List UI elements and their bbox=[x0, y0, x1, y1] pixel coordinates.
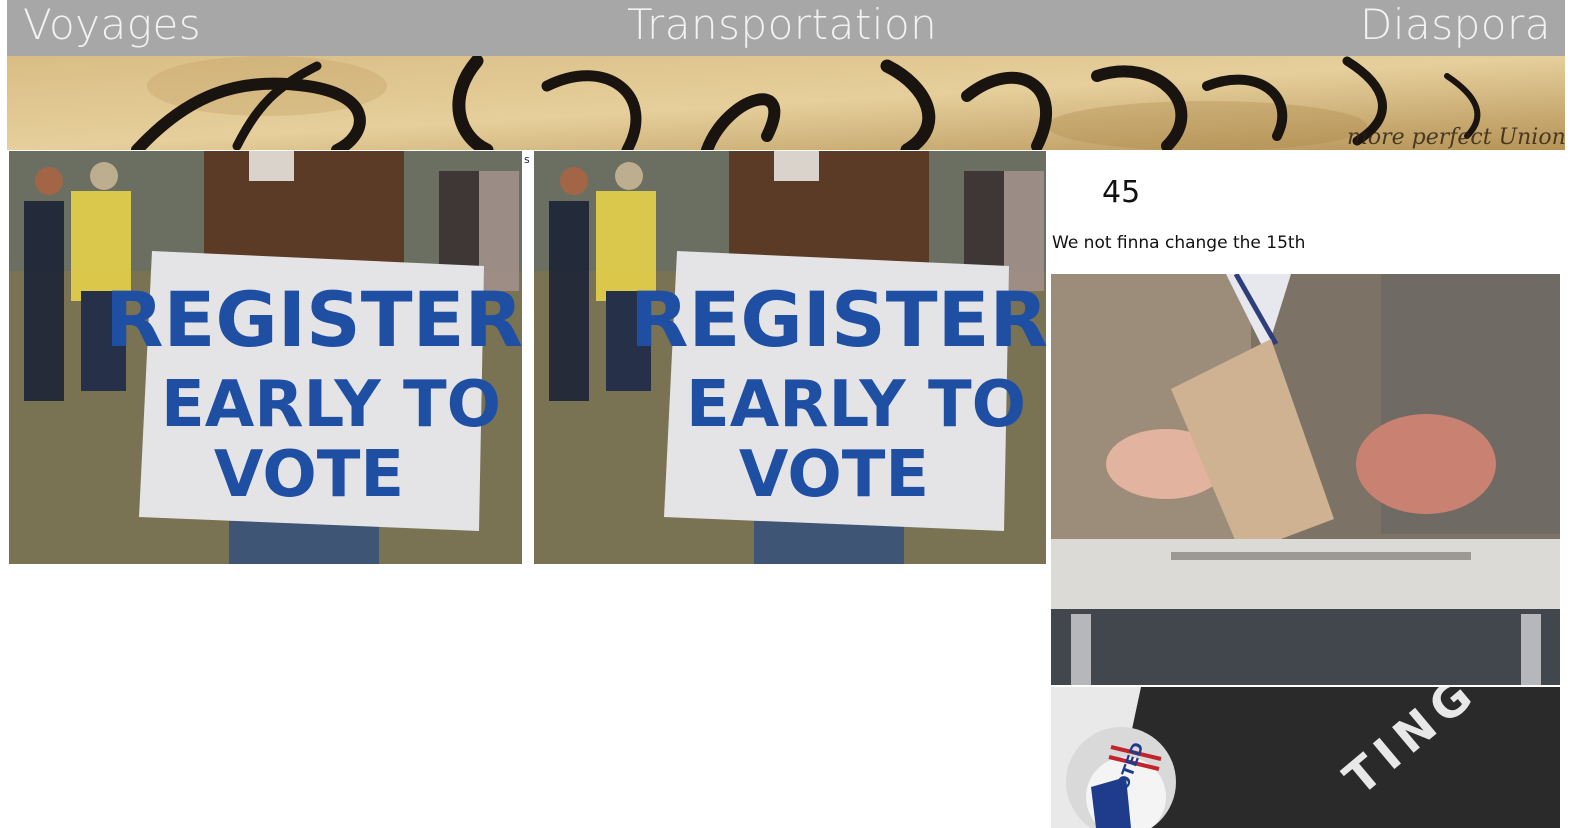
nav-link-voyages[interactable]: Voyages bbox=[23, 0, 201, 50]
ballot-box-photo[interactable] bbox=[1051, 274, 1560, 685]
register-photo-art-2: REGISTER EARLY TO VOTE bbox=[534, 151, 1046, 564]
sign-line-1: REGISTER bbox=[630, 275, 1046, 364]
voted-photo-art: VOTED TING bbox=[1051, 687, 1560, 828]
sign-line-3: VOTE bbox=[214, 438, 404, 512]
constitution-banner-art: more perfect Union bbox=[7, 56, 1565, 150]
nav-link-diaspora[interactable]: Diaspora bbox=[1360, 0, 1551, 50]
sign-line-3: VOTE bbox=[739, 438, 929, 512]
sign-line-2: EARLY TO bbox=[686, 368, 1026, 442]
register-to-vote-photo-duplicate[interactable]: REGISTER EARLY TO VOTE bbox=[534, 151, 1046, 564]
amendment-number: 45 bbox=[1102, 175, 1141, 210]
constitution-banner: more perfect Union bbox=[7, 56, 1565, 150]
sign-line-2: EARLY TO bbox=[161, 368, 501, 442]
voted-sticker-photo[interactable]: VOTED TING bbox=[1051, 687, 1560, 828]
register-photo-art: REGISTER EARLY TO VOTE bbox=[9, 151, 522, 564]
caption-text: We not finna change the 15th bbox=[1052, 233, 1306, 253]
register-to-vote-photo[interactable]: REGISTER EARLY TO VOTE bbox=[9, 151, 522, 564]
sign-line-1: REGISTER bbox=[105, 275, 522, 364]
banner-subtext: more perfect Union bbox=[1347, 125, 1565, 150]
top-nav: Voyages Transportation Diaspora bbox=[7, 0, 1565, 56]
nav-link-transportation[interactable]: Transportation bbox=[627, 0, 937, 50]
ballot-photo-art bbox=[1051, 274, 1560, 685]
separator-mark: s bbox=[524, 153, 530, 166]
